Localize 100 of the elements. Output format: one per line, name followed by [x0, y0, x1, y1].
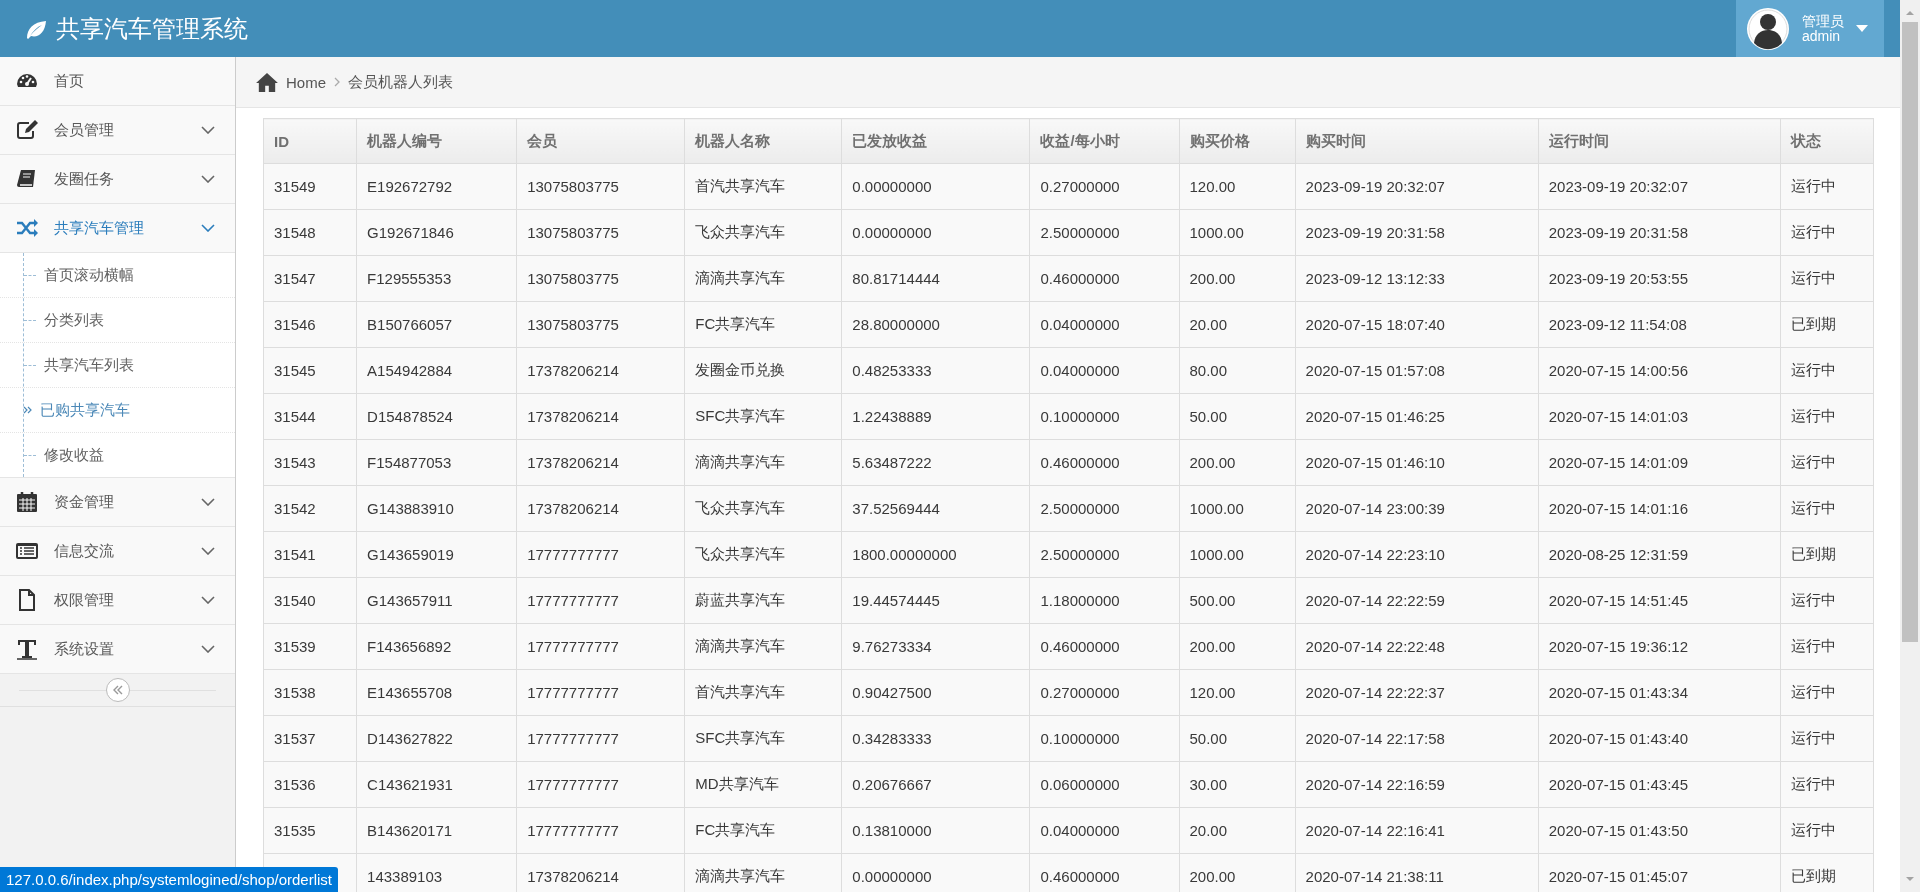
column-header: 机器人编号 — [356, 118, 517, 164]
table-cell: 0.27000000 — [1029, 163, 1179, 210]
column-header: ID — [263, 118, 357, 164]
table-cell: 飞众共享汽车 — [684, 531, 842, 578]
table-cell: 200.00 — [1179, 439, 1296, 486]
table-cell: 运行中 — [1780, 807, 1874, 854]
table-cell: G143659019 — [356, 531, 517, 578]
breadcrumb-link[interactable]: Home — [286, 73, 326, 91]
table-cell: 1.22438889 — [841, 393, 1030, 440]
table-cell: E143655708 — [356, 669, 517, 716]
table-cell: 2023-09-19 20:31:58 — [1295, 209, 1539, 256]
sidebar-item[interactable]: 发圈任务 — [0, 155, 235, 204]
submenu-item[interactable]: 修改收益 — [44, 445, 104, 465]
table-cell: 0.06000000 — [1029, 761, 1179, 808]
table-cell: 80.81714444 — [841, 255, 1030, 302]
sidebar-item[interactable]: 首页 — [0, 57, 235, 106]
table-cell: G143657911 — [356, 577, 517, 624]
table-cell: 13075803775 — [516, 209, 685, 256]
submenu-item[interactable]: 分类列表 — [44, 310, 104, 330]
table-cell: 0.46000000 — [1029, 439, 1179, 486]
table-cell: 17777777777 — [516, 577, 685, 624]
sidebar-item[interactable]: 系统设置 — [0, 625, 235, 674]
table-cell: 已到期 — [1780, 853, 1874, 892]
chevron-down-icon — [201, 498, 215, 506]
table-cell: 0.27000000 — [1029, 669, 1179, 716]
table-cell: 31537 — [263, 715, 357, 762]
column-header: 已发放收益 — [841, 118, 1030, 164]
table-cell: SFC共享汽车 — [684, 715, 842, 762]
table-cell: F143656892 — [356, 623, 517, 670]
table-cell: 2020-07-14 22:22:48 — [1295, 623, 1539, 670]
table-cell: 1000.00 — [1179, 209, 1296, 256]
sidebar-item[interactable]: 共享汽车管理 — [0, 204, 235, 253]
column-header: 购买时间 — [1295, 118, 1539, 164]
table-cell: G192671846 — [356, 209, 517, 256]
table-cell: D154878524 — [356, 393, 517, 440]
table-cell: 5.63487222 — [841, 439, 1030, 486]
sidebar-item[interactable]: 权限管理 — [0, 576, 235, 625]
table-cell: 20.00 — [1179, 301, 1296, 348]
table-cell: 2020-07-15 14:51:45 — [1538, 577, 1781, 624]
chevron-down-icon — [201, 224, 215, 232]
table-cell: 滴滴共享汽车 — [684, 255, 842, 302]
table-cell: 143389103 — [356, 853, 517, 892]
table-cell: 80.00 — [1179, 347, 1296, 394]
sidebar-item[interactable]: 会员管理 — [0, 106, 235, 155]
table-cell: 2020-07-15 01:45:07 — [1538, 853, 1781, 892]
table-cell: 17378206214 — [516, 485, 685, 532]
table-cell: 31548 — [263, 209, 357, 256]
table-cell: 17777777777 — [516, 623, 685, 670]
table-cell: E192672792 — [356, 163, 517, 210]
table-cell: 运行中 — [1780, 255, 1874, 302]
table-cell: 滴滴共享汽车 — [684, 853, 842, 892]
sidebar-item[interactable]: 信息交流 — [0, 527, 235, 576]
table-cell: 0.46000000 — [1029, 853, 1179, 892]
sidebar-item[interactable]: 资金管理 — [0, 478, 235, 527]
submenu-item[interactable]: 首页滚动横幅 — [44, 265, 134, 285]
table-cell: 2020-07-14 23:00:39 — [1295, 485, 1539, 532]
table-cell: G143883910 — [356, 485, 517, 532]
table-cell: 0.10000000 — [1029, 715, 1179, 762]
column-header: 购买价格 — [1179, 118, 1296, 164]
table-cell: 20.00 — [1179, 807, 1296, 854]
table-cell: 2020-07-15 14:01:16 — [1538, 485, 1781, 532]
table-cell: SFC共享汽车 — [684, 393, 842, 440]
table-cell: 17777777777 — [516, 669, 685, 716]
table-cell: 运行中 — [1780, 623, 1874, 670]
table-cell: 17777777777 — [516, 715, 685, 762]
table-cell: 0.34283333 — [841, 715, 1030, 762]
table-cell: 1.18000000 — [1029, 577, 1179, 624]
chevron-down-icon — [201, 547, 215, 555]
table-cell: 31547 — [263, 255, 357, 302]
table-cell: 0.04000000 — [1029, 347, 1179, 394]
table-cell: 120.00 — [1179, 669, 1296, 716]
chevron-down-icon — [201, 645, 215, 653]
table-cell: 2020-07-15 19:36:12 — [1538, 623, 1781, 670]
shuffle-icon — [15, 216, 39, 240]
table-cell: FC共享汽车 — [684, 301, 842, 348]
table-cell: B143620171 — [356, 807, 517, 854]
table-cell: 17777777777 — [516, 531, 685, 578]
table-cell: 17777777777 — [516, 807, 685, 854]
submenu-item[interactable]: 共享汽车列表 — [44, 355, 134, 375]
table-cell: 2020-07-14 22:22:59 — [1295, 577, 1539, 624]
table-cell: 31536 — [263, 761, 357, 808]
table-cell: 31539 — [263, 623, 357, 670]
table-cell: 19.44574445 — [841, 577, 1030, 624]
table-cell: 发圈金币兑换 — [684, 347, 842, 394]
table-cell: 首汽共享汽车 — [684, 163, 842, 210]
submenu-item[interactable]: 已购共享汽车 — [40, 400, 130, 420]
column-header: 收益/每小时 — [1029, 118, 1179, 164]
sidebar-collapse-button[interactable] — [105, 678, 130, 702]
table-cell: 运行中 — [1780, 439, 1874, 486]
table-cell: 2020-07-15 01:43:40 — [1538, 715, 1781, 762]
table-cell: 运行中 — [1780, 163, 1874, 210]
table-cell: 飞众共享汽车 — [684, 485, 842, 532]
edit-icon — [15, 118, 39, 142]
table-cell: 2020-07-14 22:16:41 — [1295, 807, 1539, 854]
table-cell: 17378206214 — [516, 439, 685, 486]
table-cell: B150766057 — [356, 301, 517, 348]
table-cell: F154877053 — [356, 439, 517, 486]
table-cell: 0.46000000 — [1029, 255, 1179, 302]
table-cell: 31549 — [263, 163, 357, 210]
table-cell: 2020-07-15 14:01:09 — [1538, 439, 1781, 486]
